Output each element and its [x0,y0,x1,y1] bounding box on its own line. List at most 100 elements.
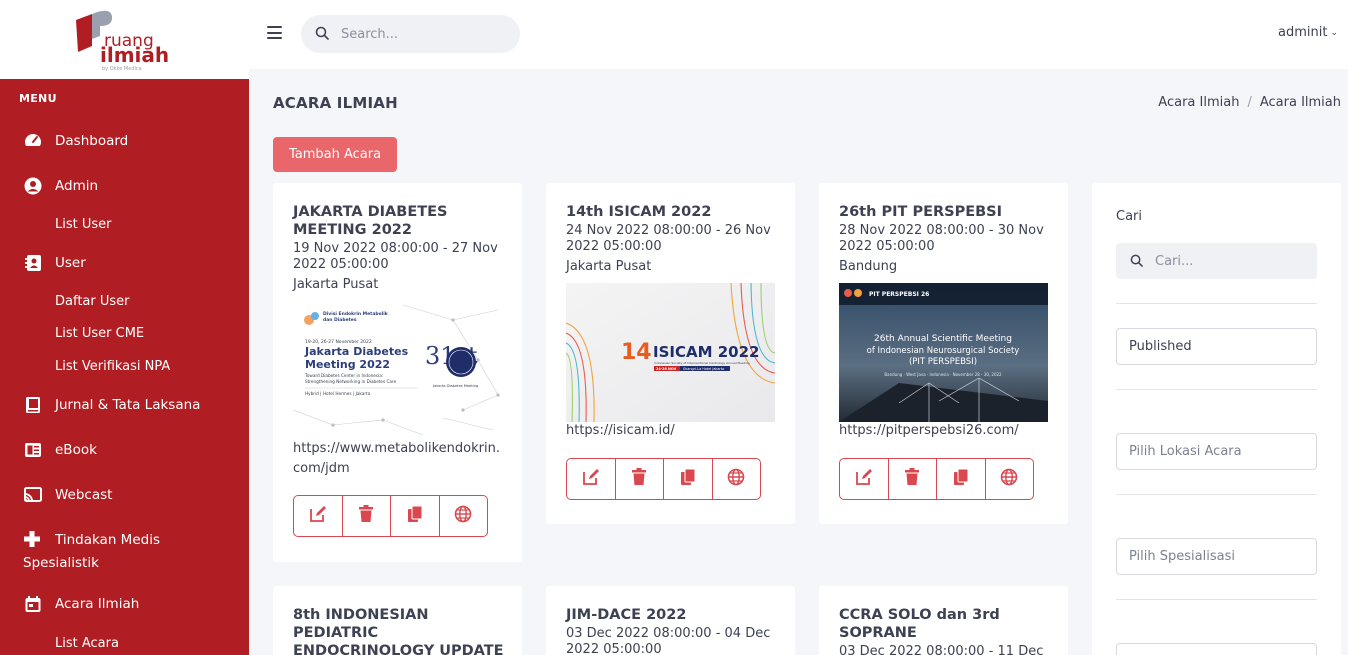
topbar: adminit ⌄ [249,0,1348,69]
event-poster[interactable]: 14 ISICAM 2022 Indonesian Society of Int… [566,283,775,422]
svg-text:Strengthening Networking in Di: Strengthening Networking in Diabetes Car… [305,379,397,384]
svg-text:dan Diabetes: dan Diabetes [323,317,357,323]
additional-select[interactable] [1116,643,1317,655]
sidebar-item-tindakan-medis[interactable]: Tindakan Medis Spesialistik [23,529,223,575]
edit-icon [855,468,873,490]
location-select[interactable]: Pilih Lokasi Acara [1116,433,1317,470]
svg-text:Meeting 2022: Meeting 2022 [305,358,390,371]
edit-button[interactable] [294,496,343,536]
event-title: JAKARTA DIABETES MEETING 2022 [293,204,448,238]
filter-search-box[interactable] [1116,243,1317,279]
sidebar-item-ebook[interactable]: eBook [23,440,97,460]
ebook-icon [23,440,43,460]
sidebar-item-daftar-user[interactable]: Daftar User [55,294,130,309]
svg-text:Bandung · West Java · Indonesi: Bandung · West Java · Indonesia · Novemb… [884,372,1002,377]
sidebar-item-dashboard[interactable]: Dashboard [23,131,128,151]
book-icon [23,395,43,415]
add-event-button[interactable]: Tambah Acara [273,137,397,172]
event-title: 26th PIT PERSPEBSI [839,204,1003,220]
globe-icon [727,468,745,490]
event-location: Jakarta Pusat [293,277,379,292]
event-date: 24 Nov 2022 08:00:00 - 26 Nov 2022 05:00… [566,223,771,254]
username: adminit [1278,25,1328,40]
search-input[interactable] [341,26,501,42]
event-poster[interactable]: PIT PERSPEBSI 26 26th Annual Scientific … [839,283,1048,422]
sidebar-item-list-user-cme[interactable]: List User CME [55,326,144,341]
page-title: ACARA ILMIAH [273,94,398,112]
hamburger-menu-icon[interactable] [267,26,282,39]
sidebar-item-list-user[interactable]: List User [55,217,112,232]
sidebar-item-label: Admin [55,178,99,194]
edit-icon [309,505,327,527]
edit-button[interactable] [840,459,889,499]
menu-title: MENU [19,92,57,105]
copy-icon [680,468,696,490]
sidebar: ruang ilmiah by Okke Medica MENU Dashboa… [0,0,249,655]
open-website-button[interactable] [440,496,488,536]
event-card: JIM-DACE 2022 03 Dec 2022 08:00:00 - 04 … [546,586,795,655]
sidebar-item-webcast[interactable]: Webcast [23,485,112,505]
event-link[interactable]: https://www.metabolikendokrin.com/jdm [293,439,505,479]
open-website-button[interactable] [986,459,1034,499]
svg-text:26th Annual Scientific Meeting: 26th Annual Scientific Meeting [874,334,1012,344]
sidebar-item-label: Acara Ilmiah [55,596,140,612]
svg-text:Toward Diabetes Center in Indo: Toward Diabetes Center in Indonesia: [304,373,383,378]
sidebar-item-list-verifikasi-npa[interactable]: List Verifikasi NPA [55,359,170,374]
event-card: JAKARTA DIABETES MEETING 2022 19 Nov 202… [273,183,522,562]
delete-button[interactable] [616,459,664,499]
filter-search-input[interactable] [1155,253,1305,269]
event-title: 8th INDONESIAN PEDIATRIC ENDOCRINOLOGY U… [293,607,504,655]
sidebar-item-acara-ilmiah[interactable]: Acara Ilmiah [23,594,139,614]
svg-text:Jakarta Diabetes Meeting: Jakarta Diabetes Meeting [432,384,478,388]
svg-text:ilmiah: ilmiah [100,43,169,67]
sidebar-item-label: User [55,255,86,271]
gauge-icon [23,131,43,151]
delete-button[interactable] [343,496,391,536]
svg-text:Divisi Endokrin Metabolik: Divisi Endokrin Metabolik [323,311,389,317]
sidebar-item-user[interactable]: User [23,253,86,273]
sidebar-item-label: Tindakan Medis Spesialistik [23,532,160,571]
edit-button[interactable] [567,459,616,499]
duplicate-button[interactable] [664,459,713,499]
ruang-ilmiah-logo: ruang ilmiah by Okke Medica [76,10,169,72]
divider [1116,303,1317,304]
event-title: JIM-DACE 2022 [566,607,687,623]
open-website-button[interactable] [713,459,761,499]
event-title: 14th ISICAM 2022 [566,204,712,220]
event-card: 26th PIT PERSPEBSI 28 Nov 2022 08:00:00 … [819,183,1068,524]
event-actions [839,458,1034,500]
user-circle-icon [23,176,43,196]
delete-button[interactable] [889,459,937,499]
divider [1116,599,1317,600]
trash-icon [904,468,920,490]
search-icon [315,25,329,44]
user-menu[interactable]: adminit ⌄ [1278,25,1338,40]
divider [1116,494,1317,495]
event-date: 28 Nov 2022 08:00:00 - 30 Nov 2022 05:00… [839,223,1044,254]
sidebar-item-label: Dashboard [55,133,129,149]
event-title: CCRA SOLO dan 3rd SOPRANE [839,607,1000,641]
event-poster[interactable]: Divisi Endokrin Metabolik dan Diabetes 1… [293,300,502,439]
sidebar-item-admin[interactable]: Admin [23,176,98,196]
duplicate-button[interactable] [937,459,986,499]
sidebar-item-list-acara[interactable]: List Acara [55,636,119,651]
event-location: Bandung [839,259,898,274]
duplicate-button[interactable] [391,496,440,536]
breadcrumb-item[interactable]: Acara Ilmiah [1158,95,1239,110]
event-actions [566,458,761,500]
event-link[interactable]: https://isicam.id/ [566,421,778,441]
sidebar-item-jurnal[interactable]: Jurnal & Tata Laksana [23,395,200,415]
event-date: 03 Dec 2022 08:00:00 - 11 Dec [839,644,1044,655]
event-card: CCRA SOLO dan 3rd SOPRANE 03 Dec 2022 08… [819,586,1068,655]
svg-text:ISICAM 2022: ISICAM 2022 [653,343,759,361]
globe-icon [1000,468,1018,490]
specialization-select[interactable]: Pilih Spesialisasi [1116,538,1317,575]
event-link[interactable]: https://pitperspebsi26.com/ [839,421,1051,441]
breadcrumb: Acara Ilmiah / Acara Ilmiah [1158,95,1341,110]
sidebar-item-label: eBook [55,442,97,458]
logo[interactable]: ruang ilmiah by Okke Medica [0,0,249,79]
event-location: Jakarta Pusat [566,259,652,274]
search-box[interactable] [301,15,520,53]
breadcrumb-item: Acara Ilmiah [1259,95,1341,110]
status-select[interactable]: Published [1116,328,1317,365]
